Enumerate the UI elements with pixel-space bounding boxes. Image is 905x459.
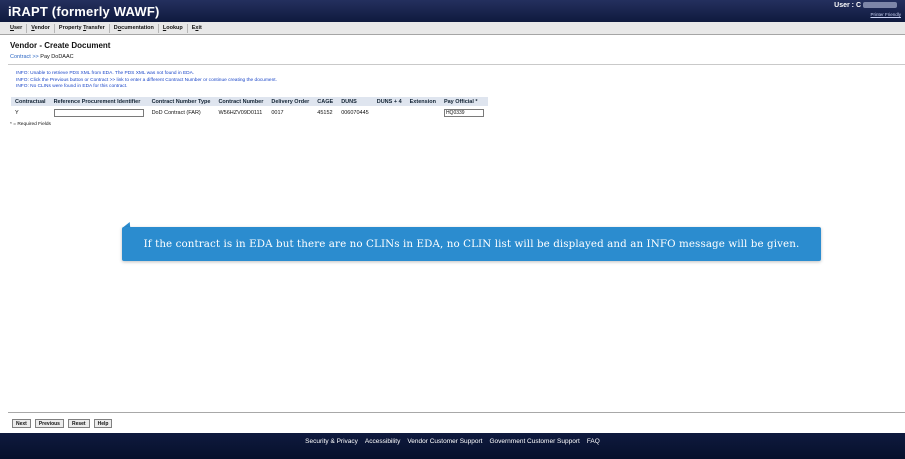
menu-lookup[interactable]: Lookup [159, 23, 188, 33]
footer-link-accessibility[interactable]: Accessibility [365, 438, 400, 445]
footer-link-vendor-support[interactable]: Vendor Customer Support [407, 438, 482, 445]
col-delivery-order: Delivery Order [267, 97, 314, 106]
col-contractual: Contractual [11, 97, 50, 106]
menu-user[interactable]: User [6, 23, 28, 33]
redacted-user-name [863, 2, 897, 9]
footer-link-government-support[interactable]: Government Customer Support [489, 438, 579, 445]
reset-button[interactable]: Reset [67, 419, 90, 428]
user-label: User : C [834, 2, 861, 9]
col-extension: Extension [405, 97, 440, 106]
app-window: iRAPT (formerly WAWF) User : C Printer F… [0, 0, 905, 459]
pay-official-input[interactable]: HQ0339 [443, 108, 484, 117]
footer: Security & Privacy Accessibility Vendor … [0, 433, 905, 459]
action-buttons: Next Previous Reset Help [12, 419, 113, 428]
menu-property-transfer[interactable]: Property Transfer [55, 23, 110, 33]
col-contract-number: Contract Number [214, 97, 268, 106]
cell-ref-proc-id [50, 106, 148, 119]
page-title: Vendor - Create Document [10, 41, 111, 50]
app-title: iRAPT (formerly WAWF) [8, 4, 160, 19]
cell-duns: 006070445 [341, 109, 369, 116]
col-ref-proc-id: Reference Procurement Identifier [49, 97, 148, 106]
breadcrumb: Contract >> Pay DoDAAC [10, 54, 74, 60]
divider [8, 412, 905, 413]
footer-links: Security & Privacy Accessibility Vendor … [0, 438, 905, 445]
col-cage: CAGE [313, 97, 338, 106]
table-row: Y DoD Contract (FAR) W56HZV09D0111 0017 … [11, 106, 488, 119]
footer-link-faq[interactable]: FAQ [587, 438, 600, 445]
footer-link-security[interactable]: Security & Privacy [305, 438, 358, 445]
next-button[interactable]: Next [12, 419, 31, 428]
col-pay-official: Pay Official * [439, 97, 488, 106]
info-messages: INFO: Unable to retrieve PDS XML from ED… [16, 71, 277, 91]
cell-contractual: Y [15, 109, 19, 116]
cell-extension [406, 106, 440, 119]
help-button[interactable]: Help [93, 419, 113, 428]
col-duns: DUNS [337, 97, 373, 106]
user-info: User : C [834, 2, 897, 9]
col-duns4: DUNS + 4 [372, 97, 406, 106]
main-menu: User Vendor Property Transfer Documentat… [0, 22, 905, 35]
info-message: INFO: No CLINs were found in EDA for thi… [16, 84, 128, 89]
top-banner: iRAPT (formerly WAWF) User : C Printer F… [0, 0, 905, 22]
table-header-row: Contractual Reference Procurement Identi… [11, 97, 488, 106]
cell-duns4 [373, 106, 406, 119]
required-fields-note: * = Required Fields [10, 122, 51, 127]
tutorial-callout: If the contract is in EDA but there are … [122, 227, 821, 261]
contract-table: Contractual Reference Procurement Identi… [11, 97, 488, 119]
cell-cage: 45152 [317, 109, 333, 116]
divider [8, 64, 905, 65]
menu-documentation[interactable]: Documentation [110, 23, 159, 33]
cell-pay-official: HQ0339 [440, 106, 488, 119]
breadcrumb-current: Pay DoDAAC [40, 54, 74, 60]
breadcrumb-separator: >> [32, 54, 39, 60]
menu-exit[interactable]: Exit [188, 24, 206, 33]
cell-contract-type: DoD Contract (FAR) [151, 109, 201, 116]
cell-delivery-order: 0017 [271, 109, 284, 116]
ref-proc-id-input[interactable] [53, 108, 144, 117]
tutorial-callout-text: If the contract is in EDA but there are … [143, 238, 800, 250]
previous-button[interactable]: Previous [34, 419, 64, 428]
cell-contract-number: W56HZV09D0111 [218, 109, 263, 116]
breadcrumb-contract-link[interactable]: Contract [10, 54, 31, 60]
col-contract-type: Contract Number Type [147, 97, 215, 106]
printer-friendly-link[interactable]: Printer Friendly [870, 12, 901, 17]
menu-vendor[interactable]: Vendor [27, 23, 55, 33]
